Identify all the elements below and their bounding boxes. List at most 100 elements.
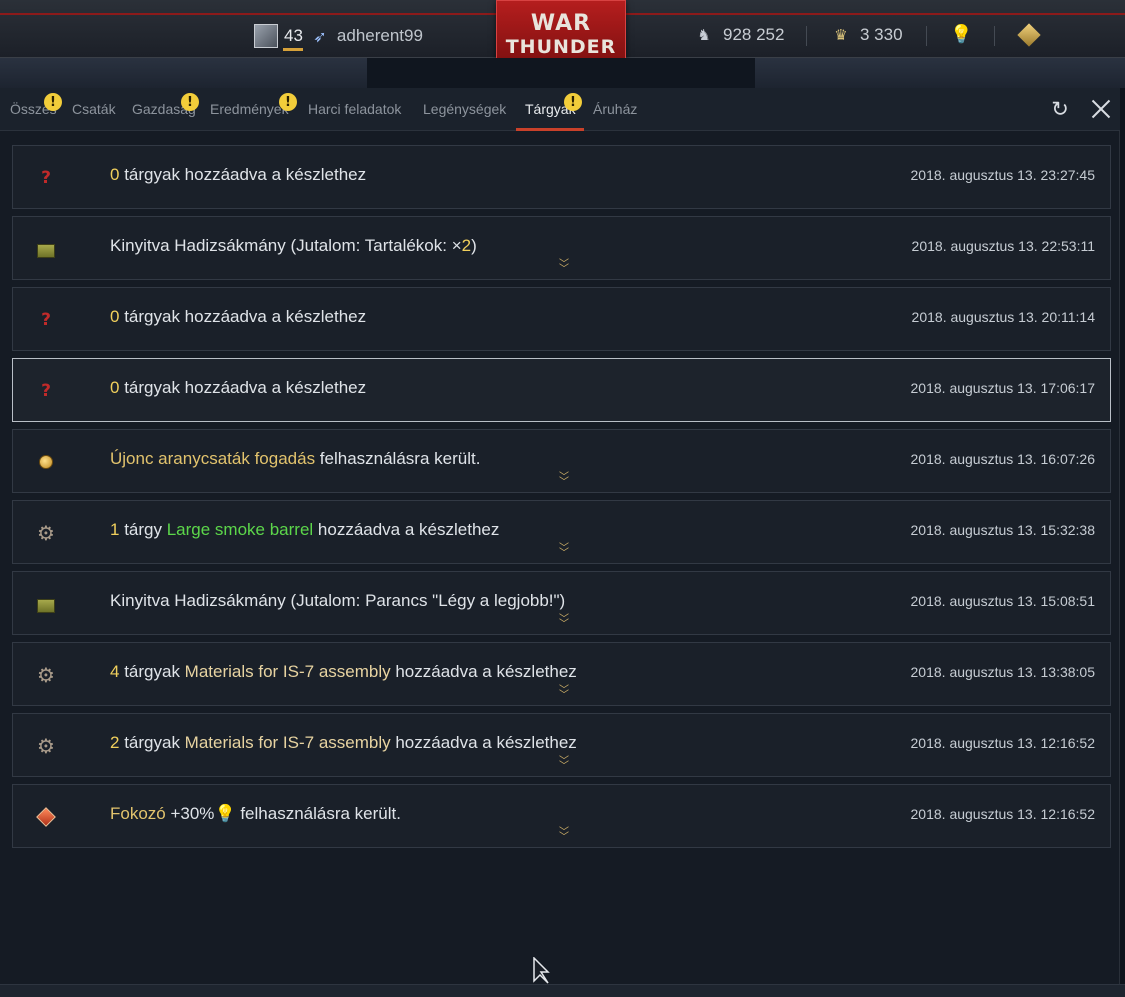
close-icon[interactable] [1090,98,1112,120]
message-text: Kinyitva Hadizsákmány (Jutalom: Tartalék… [110,236,462,255]
medal-icon [35,451,57,473]
divider [926,26,927,46]
message-text: ) [471,236,477,255]
tab-battle-tasks[interactable]: Harci feladatok [308,101,401,117]
player-level: 43 [284,26,303,45]
bottom-bar [0,984,1125,997]
tab-label: Harci feladatok [308,101,402,117]
silver-lions-value: 928 252 [723,25,785,44]
notification-message: 0 tárgyak hozzáadva a készlethez [110,378,366,398]
notification-timestamp: 2018. augusztus 13. 23:27:45 [910,167,1095,183]
notification-message: 0 tárgyak hozzáadva a készlethez [110,165,366,185]
chevron-down-icon[interactable]: ﹀ ﹀ [555,544,573,559]
notification-timestamp: 2018. augusztus 13. 15:32:38 [910,522,1095,538]
notification-row[interactable]: Újonc aranycsaták fogadás felhasználásra… [12,429,1111,493]
message-text: hozzáadva a készlethez [313,520,500,539]
notification-timestamp: 2018. augusztus 13. 12:16:52 [910,806,1095,822]
tab-items[interactable]: Tárgyak ! [525,93,582,117]
notification-row[interactable]: ⚙ 4 tárgyak Materials for IS-7 assembly h… [12,642,1111,706]
lightbulb-icon[interactable]: 💡 [950,24,972,46]
tab-crews[interactable]: Legénységek [423,101,506,117]
notification-timestamp: 2018. augusztus 13. 12:16:52 [910,735,1095,751]
tab-battles[interactable]: Csaták [72,101,116,117]
notifications-panel: Összes ! Csaták Gazdaság ! Eredmények ! … [0,88,1120,984]
mouse-cursor-icon [533,957,550,984]
avatar[interactable] [254,24,278,48]
background-panel [367,58,755,88]
tab-bar: Összes ! Csaták Gazdaság ! Eredmények ! … [0,88,1120,131]
notification-row[interactable]: Fokozó +30%💡 felhasználásra került. 2018.… [12,784,1111,848]
notification-timestamp: 2018. augusztus 13. 22:53:11 [911,238,1095,254]
chest-icon [35,238,57,260]
tab-label: Csaták [72,101,116,117]
notification-timestamp: 2018. augusztus 13. 16:07:26 [910,451,1095,467]
tab-all[interactable]: Összes ! [10,93,62,117]
notification-timestamp: 2018. augusztus 13. 17:06:17 [910,380,1095,396]
alert-icon: ! [564,93,582,111]
tab-label: Legénységek [423,101,507,117]
tab-economy[interactable]: Gazdaság ! [132,93,199,117]
notification-message: Kinyitva Hadizsákmány (Jutalom: Parancs … [110,591,565,611]
notification-row[interactable]: ⚙ 1 tárgy Large smoke barrel hozzáadva a … [12,500,1111,564]
lion-icon: ♞ [697,27,711,44]
notification-row[interactable]: ? 0 tárgyak hozzáadva a készlethez 2018. a… [12,358,1111,422]
notification-message: 0 tárgyak hozzáadva a készlethez [110,307,366,327]
message-text: tárgyak hozzáadva a készlethez [119,165,367,184]
notification-message: 4 tárgyak Materials for IS-7 assembly ho… [110,662,577,682]
notification-message: Fokozó +30%💡 felhasználásra került. [110,804,401,824]
background-strip [0,58,1125,88]
notification-row[interactable]: ? 0 tárgyak hozzáadva a készlethez 2018. a… [12,145,1111,209]
refresh-icon[interactable]: ↻ [1049,98,1071,120]
chevron-down-icon[interactable]: ﹀ ﹀ [555,757,573,772]
tab-achievements[interactable]: Eredmények ! [210,93,297,117]
message-text: felhasználásra került. [315,449,481,468]
notification-timestamp: 2018. augusztus 13. 20:11:14 [911,309,1095,325]
message-text: tárgyak hozzáadva a készlethez [119,378,367,397]
message-highlight: 💡 [214,804,236,823]
notification-message: 1 tárgy Large smoke barrel hozzáadva a k… [110,520,499,540]
eagle-icon: ♛ [834,27,848,44]
notification-row[interactable]: Kinyitva Hadizsákmány (Jutalom: Tartalék… [12,216,1111,280]
tab-label: Eredmények [210,101,289,117]
chevron-down-icon[interactable]: ﹀ ﹀ [555,828,573,843]
question-icon: ? [41,381,51,401]
level-progress-bar [283,48,303,51]
message-text: felhasználásra került. [235,804,401,823]
gear-icon: ⚙ [37,663,55,687]
chevron-down-icon[interactable]: ﹀ ﹀ [555,473,573,488]
chevron-down-icon[interactable]: ﹀ ﹀ [555,686,573,701]
tab-shop[interactable]: Áruház [593,101,637,117]
notification-row[interactable]: Kinyitva Hadizsákmány (Jutalom: Parancs … [12,571,1111,635]
gear-icon: ⚙ [37,734,55,758]
notification-message: 2 tárgyak Materials for IS-7 assembly ho… [110,733,577,753]
message-text: hozzáadva a készlethez [390,733,577,752]
notification-timestamp: 2018. augusztus 13. 13:38:05 [910,664,1095,680]
active-tab-indicator [516,128,584,131]
notification-timestamp: 2018. augusztus 13. 15:08:51 [910,593,1095,609]
message-highlight: 2 [461,236,472,255]
question-icon: ? [41,310,51,330]
top-bar-accent-line [626,13,1125,15]
silver-lions-balance[interactable]: ♞ 928 252 [692,25,784,45]
chevron-down-icon[interactable]: ﹀ ﹀ [555,260,573,275]
chevron-down-icon[interactable]: ﹀ ﹀ [555,615,573,630]
message-text: tárgyak [119,662,185,681]
message-highlight: Materials for IS-7 assembly [184,733,391,752]
premium-icon[interactable] [1017,23,1041,47]
message-text: tárgy [119,520,167,539]
player-profile[interactable]: 43 ➶ adherent99 [254,24,423,51]
message-text: tárgyak [119,733,185,752]
wing-rank-icon: ➶ [313,29,327,46]
golden-eagles-balance[interactable]: ♛ 3 330 [829,25,903,45]
notification-row[interactable]: ? 0 tárgyak hozzáadva a készlethez 2018. a… [12,287,1111,351]
logo-text-line2: THUNDER [505,35,617,58]
alert-icon: ! [44,93,62,111]
golden-eagles-value: 3 330 [860,25,903,44]
notification-row[interactable]: ⚙ 2 tárgyak Materials for IS-7 assembly h… [12,713,1111,777]
alert-icon: ! [279,93,297,111]
message-text: hozzáadva a készlethez [390,662,577,681]
message-text: +30% [165,804,215,823]
booster-icon [35,806,57,828]
divider [806,26,807,46]
alert-icon: ! [181,93,199,111]
